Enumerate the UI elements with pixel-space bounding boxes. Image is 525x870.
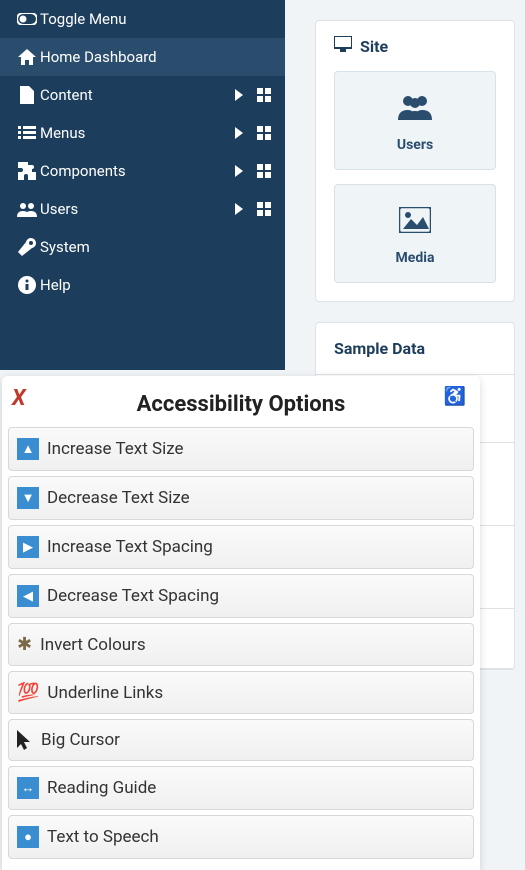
a11y-increase-text-size[interactable]: ▲ Increase Text Size <box>8 427 474 471</box>
sidebar-item-label: Toggle Menu <box>40 10 271 28</box>
down-arrow-icon: ▼ <box>17 487 39 509</box>
card-label: Media <box>396 250 435 266</box>
toggle-icon <box>14 13 40 25</box>
chevron-right-icon <box>235 127 243 139</box>
a11y-reading-guide[interactable]: ↔ Reading Guide <box>8 766 474 810</box>
image-icon <box>399 207 431 240</box>
sidebar-item-label: Home Dashboard <box>40 48 271 66</box>
card-users[interactable]: Users <box>334 71 496 170</box>
a11y-item-label: Invert Colours <box>40 635 146 655</box>
invert-icon: ✱ <box>17 634 32 655</box>
sidebar-item-toggle-menu[interactable]: Toggle Menu <box>0 0 285 38</box>
sample-data-header: Sample Data <box>316 323 514 375</box>
a11y-decrease-text-spacing[interactable]: ◀ Decrease Text Spacing <box>8 574 474 618</box>
reading-guide-icon: ↔ <box>17 777 39 799</box>
site-panel-header: Site <box>316 21 514 71</box>
a11y-item-label: Increase Text Spacing <box>47 537 213 557</box>
grid-icon[interactable] <box>257 126 271 140</box>
a11y-item-label: Text to Speech <box>47 827 159 847</box>
sidebar-item-label: System <box>40 238 271 256</box>
a11y-item-label: Underline Links <box>47 683 163 703</box>
accessibility-panel: X ♿ Accessibility Options ▲ Increase Tex… <box>2 376 480 870</box>
left-arrow-icon: ◀ <box>17 585 39 607</box>
cursor-icon <box>17 730 33 750</box>
users-icon <box>396 94 434 127</box>
sidebar-item-label: Help <box>40 276 271 294</box>
list-icon <box>14 126 40 140</box>
file-icon <box>14 86 40 104</box>
sidebar-item-system[interactable]: System <box>0 228 285 266</box>
chevron-right-icon <box>235 89 243 101</box>
site-panel-title: Site <box>360 37 388 56</box>
a11y-increase-text-spacing[interactable]: ▶ Increase Text Spacing <box>8 525 474 569</box>
underline-icon: 💯 <box>17 682 39 703</box>
a11y-item-label: Reading Guide <box>47 778 156 798</box>
home-icon <box>14 49 40 65</box>
close-icon[interactable]: X <box>12 386 26 411</box>
sidebar-item-label: Content <box>40 86 235 104</box>
accessibility-title: Accessibility Options <box>8 392 474 417</box>
site-panel: Site Users Media <box>315 20 515 302</box>
card-media[interactable]: Media <box>334 184 496 283</box>
a11y-invert-colours[interactable]: ✱ Invert Colours <box>8 623 474 666</box>
a11y-item-label: Decrease Text Size <box>47 488 190 508</box>
wrench-icon <box>14 238 40 256</box>
sidebar-item-label: Users <box>40 200 235 218</box>
chevron-right-icon <box>235 165 243 177</box>
up-arrow-icon: ▲ <box>17 438 39 460</box>
accessibility-header: X ♿ Accessibility Options <box>8 382 474 427</box>
right-arrow-icon: ▶ <box>17 536 39 558</box>
grid-icon[interactable] <box>257 164 271 178</box>
a11y-text-to-speech[interactable]: ● Text to Speech <box>8 815 474 859</box>
sidebar-item-content[interactable]: Content <box>0 76 285 114</box>
puzzle-icon <box>14 162 40 180</box>
monitor-icon <box>334 36 352 56</box>
grid-icon[interactable] <box>257 202 271 216</box>
sidebar-item-home-dashboard[interactable]: Home Dashboard <box>0 38 285 76</box>
a11y-underline-links[interactable]: 💯 Underline Links <box>8 671 474 714</box>
sidebar-item-help[interactable]: Help <box>0 266 285 304</box>
sidebar-item-menus[interactable]: Menus <box>0 114 285 152</box>
speech-icon: ● <box>17 826 39 848</box>
sidebar: Toggle Menu Home Dashboard Content Menus… <box>0 0 285 370</box>
a11y-item-label: Increase Text Size <box>47 439 184 459</box>
sidebar-item-components[interactable]: Components <box>0 152 285 190</box>
grid-icon[interactable] <box>257 88 271 102</box>
sidebar-item-users[interactable]: Users <box>0 190 285 228</box>
chevron-right-icon <box>235 203 243 215</box>
a11y-item-label: Big Cursor <box>41 730 120 750</box>
info-icon <box>14 276 40 294</box>
a11y-item-label: Decrease Text Spacing <box>47 586 219 606</box>
accessibility-icon: ♿ <box>444 386 466 407</box>
users-icon <box>14 202 40 217</box>
sidebar-item-label: Components <box>40 162 235 180</box>
sidebar-item-label: Menus <box>40 124 235 142</box>
a11y-big-cursor[interactable]: Big Cursor <box>8 719 474 761</box>
a11y-decrease-text-size[interactable]: ▼ Decrease Text Size <box>8 476 474 520</box>
card-label: Users <box>397 137 433 153</box>
